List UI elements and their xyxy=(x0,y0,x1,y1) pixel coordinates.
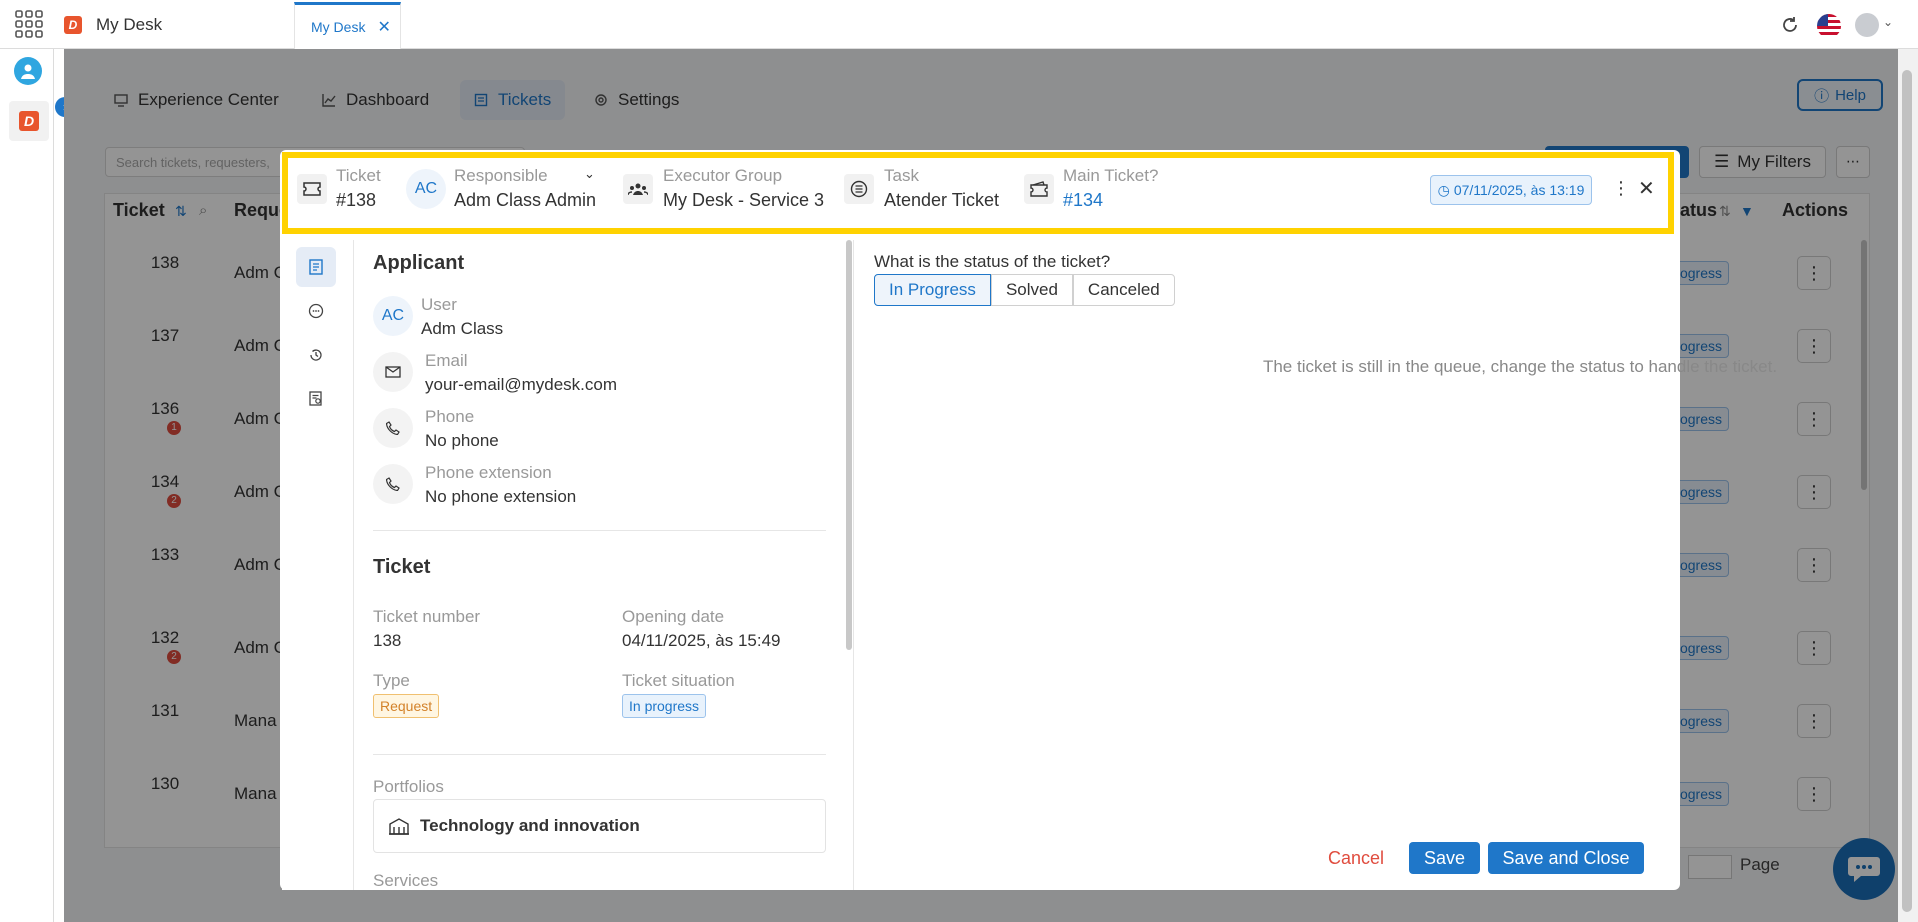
history-icon[interactable] xyxy=(296,335,336,375)
status-option-solved[interactable]: Solved xyxy=(990,274,1073,306)
close-modal-icon[interactable]: ✕ xyxy=(1638,176,1655,201)
section-divider xyxy=(373,530,826,531)
email-label: Email xyxy=(425,351,468,370)
mydesk-app-shortcut[interactable]: D xyxy=(9,101,49,141)
app-grid-icon[interactable] xyxy=(14,9,44,39)
user-avatar[interactable] xyxy=(1855,13,1879,37)
portfolio-item[interactable]: Technology and innovation xyxy=(373,799,826,853)
comments-icon[interactable] xyxy=(296,291,336,331)
ticket-label: Ticket xyxy=(336,166,381,185)
opening-date-label: Opening date xyxy=(622,607,725,626)
ticket-date: 07/11/2025, às 13:19 xyxy=(1453,182,1585,198)
type-badge: Request xyxy=(373,694,440,718)
email-value: your-email@mydesk.com xyxy=(425,375,618,394)
task-label: Task xyxy=(884,166,919,185)
ticket-number: #138 xyxy=(336,190,377,210)
ticket-number-value: 138 xyxy=(373,631,402,650)
responsible-value[interactable]: Adm Class Admin xyxy=(454,190,596,211)
responsible-avatar: AC xyxy=(406,169,446,209)
phone-icon xyxy=(373,408,413,448)
app-home-tab[interactable]: D My Desk xyxy=(54,0,294,49)
main-ticket-link[interactable]: #134 xyxy=(1063,190,1103,211)
ticket-section-title: Ticket xyxy=(373,556,431,578)
portfolio-name: Technology and innovation xyxy=(420,816,640,835)
refresh-icon[interactable] xyxy=(1779,14,1801,36)
left-rail xyxy=(0,49,54,922)
phone-extension-label: Phone extension xyxy=(425,463,552,482)
clock-icon: ◷ xyxy=(1437,181,1450,198)
type-label: Type xyxy=(373,671,410,690)
task-value: Atender Ticket xyxy=(884,190,1000,210)
chevron-down-icon[interactable]: ⌄ xyxy=(1883,15,1893,29)
ticket-number-label: Ticket number xyxy=(373,607,481,626)
tab-label: My Desk xyxy=(311,19,366,35)
portfolios-label: Portfolios xyxy=(373,777,444,796)
kebab-menu-icon[interactable]: ⋮ xyxy=(1612,178,1630,199)
status-segmented-control: In Progress Solved Canceled xyxy=(874,274,1175,306)
status-option-in-progress[interactable]: In Progress xyxy=(874,274,991,306)
phone-extension-value: No phone extension xyxy=(425,487,577,506)
mydesk-logo-icon: D xyxy=(64,15,82,34)
panel-divider xyxy=(853,240,854,890)
chevron-down-icon[interactable]: ⌄ xyxy=(584,166,595,182)
details-icon[interactable] xyxy=(296,247,336,287)
main-ticket-label: Main Ticket? xyxy=(1063,166,1159,185)
status-option-canceled[interactable]: Canceled xyxy=(1072,274,1175,306)
user-label: User xyxy=(421,295,457,314)
ticket-date-badge: ◷ 07/11/2025, às 13:19 xyxy=(1430,175,1592,205)
close-tab-icon[interactable]: ✕ xyxy=(377,17,390,37)
save-button[interactable]: Save xyxy=(1409,842,1480,874)
executor-group-label: Executor Group xyxy=(663,166,783,185)
tab-my-desk[interactable]: My Desk ✕ xyxy=(294,2,401,49)
ticket-icon xyxy=(297,174,327,204)
cancel-button[interactable]: Cancel xyxy=(1318,842,1394,874)
services-label: Services xyxy=(373,871,439,890)
details-scroll-thumb[interactable] xyxy=(846,240,852,650)
app-title: My Desk xyxy=(96,14,163,34)
opening-date-value: 04/11/2025, às 15:49 xyxy=(622,631,781,650)
responsible-label: Responsible xyxy=(454,166,548,185)
report-icon[interactable] xyxy=(296,379,336,419)
phone-value: No phone xyxy=(425,431,499,450)
group-icon xyxy=(623,174,653,204)
task-icon xyxy=(844,174,874,204)
executor-group-value: My Desk - Service 3 xyxy=(663,190,825,210)
section-divider xyxy=(373,754,826,755)
situation-label: Ticket situation xyxy=(622,671,735,690)
user-avatar: AC xyxy=(373,296,413,336)
status-question: What is the status of the ticket? xyxy=(874,252,1111,271)
applicant-section-title: Applicant xyxy=(373,252,465,274)
save-and-close-button[interactable]: Save and Close xyxy=(1488,842,1644,874)
main-ticket-icon xyxy=(1024,174,1054,204)
building-icon xyxy=(389,818,409,835)
mydesk-logo-icon: D xyxy=(19,111,39,131)
email-icon xyxy=(373,352,413,392)
phone-extension-icon xyxy=(373,464,413,504)
user-value: Adm Class xyxy=(421,319,504,338)
language-flag-icon[interactable] xyxy=(1817,14,1841,38)
situation-badge: In progress xyxy=(622,694,707,718)
queue-message: The ticket is still in the queue, change… xyxy=(1262,357,1778,376)
profile-icon[interactable] xyxy=(14,57,42,85)
page-scroll-thumb[interactable] xyxy=(1902,70,1912,912)
phone-label: Phone xyxy=(425,407,475,426)
